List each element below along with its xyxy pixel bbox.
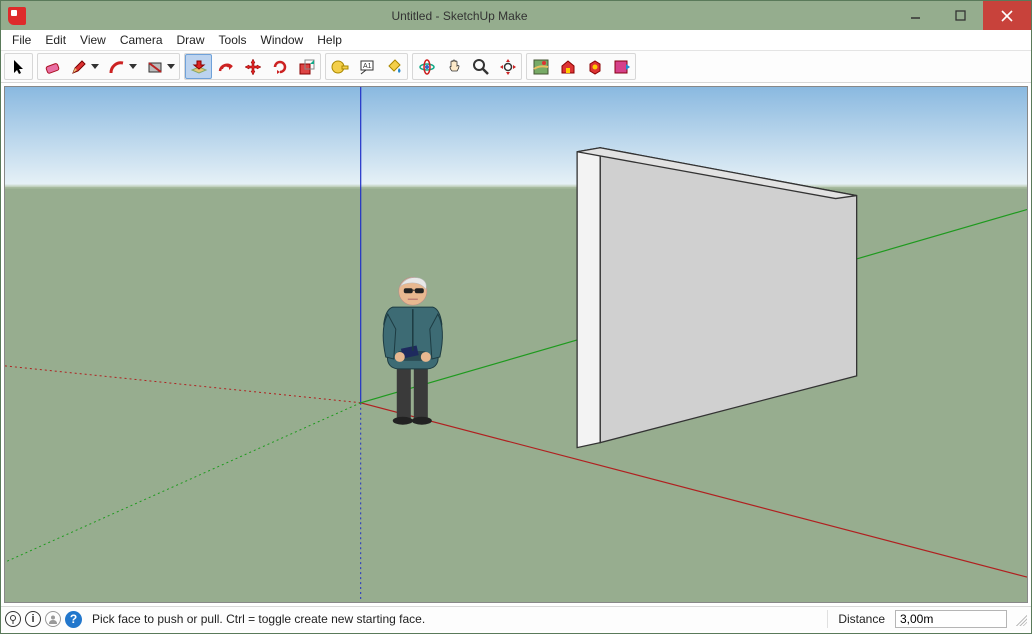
menu-tools[interactable]: Tools [212, 31, 254, 49]
extensions-tool[interactable] [581, 54, 608, 79]
status-separator [827, 610, 828, 628]
select-tool[interactable] [5, 54, 32, 79]
menu-edit[interactable]: Edit [38, 31, 73, 49]
credits-icon[interactable]: i [25, 611, 41, 627]
svg-text:A1: A1 [363, 63, 372, 70]
help-icon[interactable]: ? [65, 611, 82, 628]
orbit-tool[interactable] [413, 54, 440, 79]
pan-tool[interactable] [440, 54, 467, 79]
pencil-tool[interactable] [65, 54, 103, 79]
menu-view[interactable]: View [73, 31, 113, 49]
text-tool[interactable]: A1 [353, 54, 380, 79]
user-icon[interactable] [45, 611, 61, 627]
viewport-container [1, 83, 1031, 606]
main-toolbar: A1 [1, 51, 1031, 83]
zoomextents-tool[interactable] [494, 54, 521, 79]
app-icon [8, 7, 26, 25]
title-bar: Untitled - SketchUp Make [1, 1, 1031, 30]
menu-draw[interactable]: Draw [170, 31, 212, 49]
distance-input[interactable] [895, 610, 1007, 628]
menu-window[interactable]: Window [254, 31, 311, 49]
pushpull-tool[interactable] [185, 54, 212, 79]
window-controls [893, 1, 1031, 30]
model-viewport[interactable] [4, 86, 1028, 603]
scale-tool[interactable] [293, 54, 320, 79]
paintbucket-tool[interactable] [380, 54, 407, 79]
warehouse-tool[interactable] [554, 54, 581, 79]
offset-tool[interactable] [212, 54, 239, 79]
tapemeasure-tool[interactable] [326, 54, 353, 79]
close-button[interactable] [983, 1, 1031, 30]
status-bar: i ? Pick face to push or pull. Ctrl = to… [1, 606, 1031, 631]
status-hint: Pick face to push or pull. Ctrl = toggle… [86, 612, 823, 626]
distance-label: Distance [832, 612, 891, 626]
arc-tool[interactable] [103, 54, 141, 79]
addlocation-tool[interactable] [527, 54, 554, 79]
menu-file[interactable]: File [5, 31, 38, 49]
geo-icon[interactable] [5, 611, 21, 627]
menu-bar: File Edit View Camera Draw Tools Window … [1, 30, 1031, 51]
move-tool[interactable] [239, 54, 266, 79]
zoom-tool[interactable] [467, 54, 494, 79]
window-title: Untitled - SketchUp Make [26, 9, 893, 23]
layout-tool[interactable] [608, 54, 635, 79]
resize-grip[interactable] [1013, 612, 1027, 626]
menu-help[interactable]: Help [310, 31, 349, 49]
maximize-button[interactable] [938, 1, 983, 30]
menu-camera[interactable]: Camera [113, 31, 170, 49]
rotate-tool[interactable] [266, 54, 293, 79]
minimize-button[interactable] [893, 1, 938, 30]
rectangle-tool[interactable] [141, 54, 179, 79]
eraser-tool[interactable] [38, 54, 65, 79]
